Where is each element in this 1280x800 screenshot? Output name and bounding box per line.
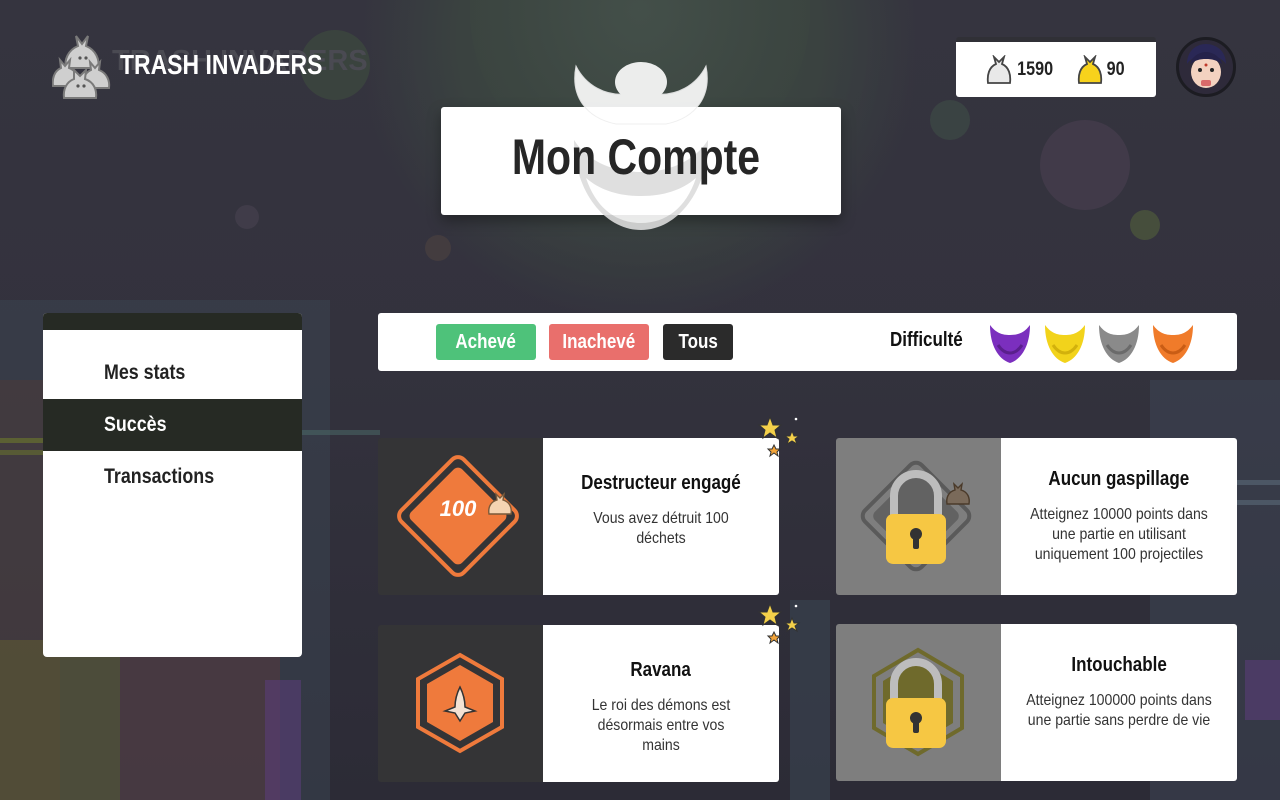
difficulty-orange-icon[interactable] bbox=[1151, 321, 1195, 365]
filter-done-button[interactable]: Achevé bbox=[436, 324, 536, 360]
logo-text: TRASH INVADERS bbox=[120, 49, 323, 80]
achievement-desc: Atteignez 100000 points dans une partie … bbox=[1026, 692, 1212, 729]
achievement-desc: Atteignez 10000 points dans une partie e… bbox=[1030, 506, 1208, 563]
sidebar-item-label: Succès bbox=[104, 413, 167, 436]
achievement-badge-locked bbox=[836, 438, 1001, 595]
silver-bag-icon bbox=[987, 54, 1012, 84]
stars-icon bbox=[755, 415, 801, 459]
stars-icon bbox=[755, 602, 801, 646]
silver-currency: 1590 bbox=[986, 54, 1056, 85]
badge-number: 100 bbox=[440, 496, 477, 521]
achievement-card[interactable]: Intouchable Atteignez 100000 points dans… bbox=[836, 624, 1237, 781]
sidebar-header-bar bbox=[43, 313, 302, 330]
gold-currency: 90 bbox=[1077, 54, 1126, 85]
sidebar-item-transactions[interactable]: Transactions bbox=[43, 451, 302, 503]
filter-done-label: Achevé bbox=[455, 330, 517, 353]
achievement-desc: Vous avez détruit 100 déchets bbox=[593, 510, 729, 547]
achievement-title: Ravana bbox=[630, 659, 692, 681]
achievement-badge: 100 bbox=[378, 438, 543, 595]
user-avatar[interactable] bbox=[1176, 37, 1236, 97]
achievement-card[interactable]: 100 Destructeur engagé Vous avez détruit… bbox=[378, 438, 779, 595]
difficulty-grey-icon[interactable] bbox=[1097, 321, 1141, 365]
locked-badge-icon bbox=[860, 460, 972, 572]
sidebar-item-achievements[interactable]: Succès bbox=[43, 399, 302, 451]
app-logo[interactable]: TRASH INVADERS TRASH INVADERS bbox=[51, 30, 368, 100]
difficulty-purple-icon[interactable] bbox=[988, 321, 1032, 365]
filter-undone-label: Inachevé bbox=[562, 330, 636, 353]
account-sidebar: Mes stats Succès Transactions bbox=[43, 313, 302, 657]
difficulty-label: Difficulté bbox=[890, 329, 963, 351]
achievement-body: Aucun gaspillage Atteignez 10000 points … bbox=[1001, 438, 1237, 595]
difficulty-yellow-icon[interactable] bbox=[1043, 321, 1087, 365]
achievement-body: Intouchable Atteignez 100000 points dans… bbox=[1001, 624, 1237, 781]
gold-bag-icon bbox=[1077, 54, 1102, 84]
achievement-body: Ravana Le roi des démons est désormais e… bbox=[543, 625, 779, 782]
achievement-body: Destructeur engagé Vous avez détruit 100… bbox=[543, 438, 779, 595]
sidebar-item-label: Mes stats bbox=[104, 361, 186, 384]
achievement-card[interactable]: Ravana Le roi des démons est désormais e… bbox=[378, 625, 779, 782]
sidebar-item-label: Transactions bbox=[104, 465, 215, 488]
achievement-badge bbox=[378, 625, 543, 782]
filter-undone-button[interactable]: Inachevé bbox=[549, 324, 649, 360]
achievement-filter-bar: Achevé Inachevé Tous Difficulté bbox=[378, 313, 1237, 371]
currency-wallet: 1590 90 bbox=[956, 37, 1156, 97]
filter-all-label: Tous bbox=[678, 330, 718, 353]
spaceship-badge-icon bbox=[416, 652, 504, 754]
achievement-card[interactable]: Aucun gaspillage Atteignez 10000 points … bbox=[836, 438, 1237, 595]
achievement-title: Intouchable bbox=[1071, 654, 1167, 676]
trash-bags-logo-icon bbox=[51, 30, 116, 100]
page-title: Mon Compte bbox=[511, 129, 761, 185]
locked-badge-icon bbox=[872, 647, 964, 757]
achievement-badge-locked bbox=[836, 624, 1001, 781]
silver-amount: 1590 bbox=[1017, 58, 1054, 80]
hundred-trash-badge-icon: 100 bbox=[397, 455, 519, 577]
gold-amount: 90 bbox=[1106, 58, 1125, 80]
achievement-title: Destructeur engagé bbox=[581, 472, 741, 494]
achievement-desc: Le roi des démons est désormais entre vo… bbox=[591, 697, 731, 754]
filter-all-button[interactable]: Tous bbox=[663, 324, 733, 360]
achievement-title: Aucun gaspillage bbox=[1048, 468, 1190, 490]
sidebar-item-stats[interactable]: Mes stats bbox=[43, 347, 302, 399]
